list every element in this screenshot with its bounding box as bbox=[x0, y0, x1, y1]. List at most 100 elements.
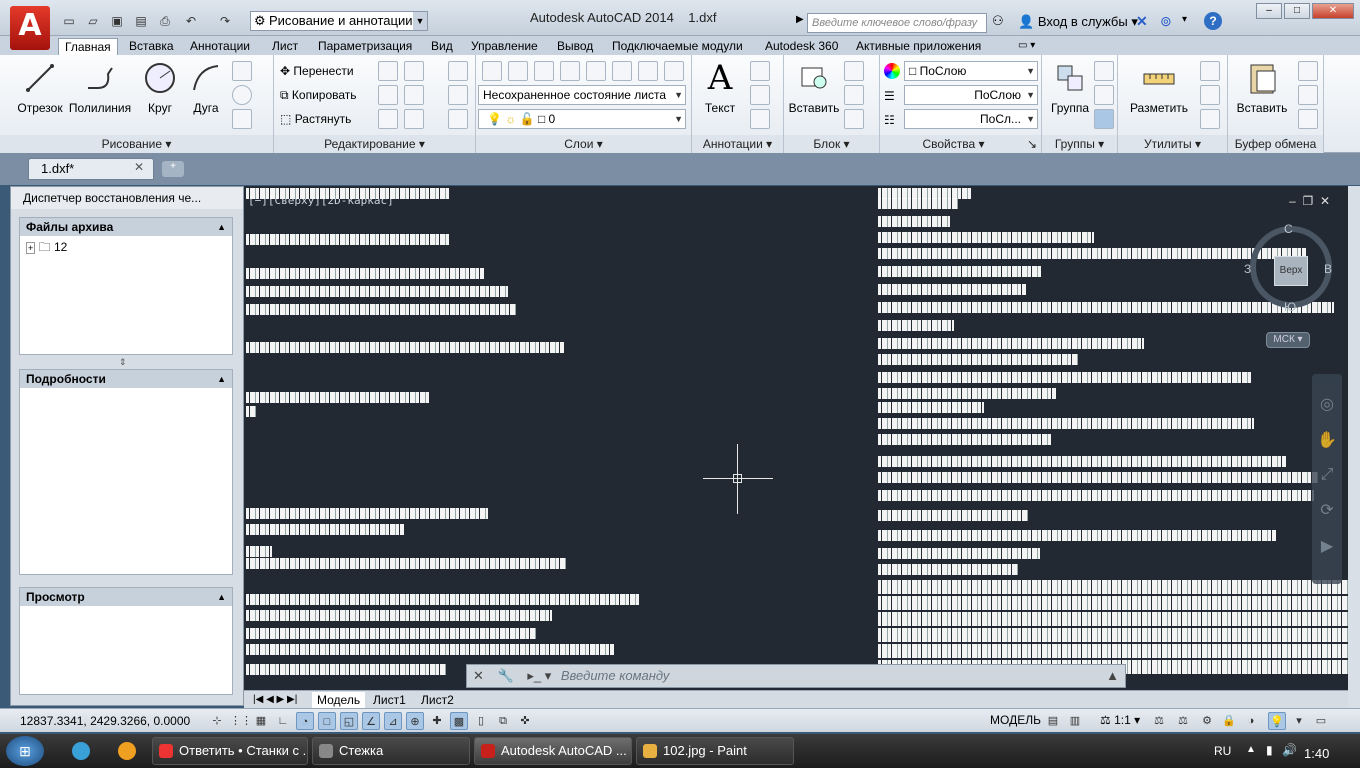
tab-annotate[interactable]: Аннотации bbox=[184, 38, 256, 54]
snap-icon[interactable]: ⋮⋮ bbox=[230, 712, 252, 730]
taskbar-item-autocad[interactable]: Autodesk AutoCAD ... bbox=[474, 737, 632, 765]
application-menu-button[interactable]: A bbox=[10, 6, 50, 50]
annotation-monitor-icon[interactable]: ✜ bbox=[516, 712, 534, 730]
open-file-icon[interactable]: ▱ bbox=[84, 12, 102, 30]
match-properties-icon[interactable] bbox=[884, 63, 900, 79]
ellipse-icon[interactable] bbox=[232, 85, 252, 105]
command-line[interactable]: ✕ 🔧 ▸_ ▾ Введите команду ▲ bbox=[466, 664, 1126, 688]
taskbar-item-browser[interactable]: Ответить • Станки с ... bbox=[152, 737, 308, 765]
tab-layout[interactable]: Лист bbox=[266, 38, 304, 54]
close-icon[interactable]: ✕ bbox=[467, 668, 490, 683]
redo-icon[interactable]: ↷ bbox=[216, 12, 234, 30]
group-button[interactable]: Группа bbox=[1042, 59, 1098, 115]
layout-nav-icon[interactable]: |◀ ◀ ▶ ▶| bbox=[248, 692, 302, 708]
layer-icon[interactable] bbox=[612, 61, 632, 81]
panel-title-utilities[interactable]: Утилиты ▾ bbox=[1118, 135, 1227, 153]
tab-model[interactable]: Модель bbox=[312, 692, 366, 708]
lock-icon[interactable]: 🔒 bbox=[1220, 712, 1238, 730]
layer-icon[interactable] bbox=[508, 61, 528, 81]
group-select-icon[interactable] bbox=[1094, 109, 1114, 129]
arc-button[interactable]: Дуга bbox=[178, 59, 234, 115]
copy-button[interactable]: ⧉ Копировать bbox=[280, 85, 357, 105]
coordinates-display[interactable]: 12837.3341, 2429.3266, 0.0000 bbox=[20, 714, 190, 728]
leader-icon[interactable] bbox=[750, 85, 770, 105]
zoom-icon[interactable]: ⤢ bbox=[1312, 466, 1342, 484]
maximize-button[interactable]: □ bbox=[1284, 3, 1310, 19]
status-menu-icon[interactable]: ▾ bbox=[1290, 712, 1308, 730]
layer-icon[interactable] bbox=[664, 61, 684, 81]
group-edit-icon[interactable] bbox=[1094, 85, 1114, 105]
archive-header[interactable]: Файлы архива ▲ bbox=[20, 218, 232, 236]
panel-title-draw[interactable]: Рисование ▾ bbox=[0, 135, 273, 153]
explode-icon[interactable] bbox=[448, 85, 468, 105]
offset-icon[interactable] bbox=[448, 109, 468, 129]
quick-properties-icon[interactable]: ▯ bbox=[472, 712, 490, 730]
avast-icon[interactable] bbox=[118, 742, 136, 760]
save-as-icon[interactable]: ▤ bbox=[132, 12, 150, 30]
move-button[interactable]: ✥ Перенести bbox=[280, 61, 354, 81]
close-icon[interactable]: ✕ bbox=[134, 160, 144, 174]
skype-icon[interactable] bbox=[72, 742, 90, 760]
tab-featured-apps[interactable]: Активные приложения bbox=[850, 38, 987, 54]
command-input[interactable]: Введите команду bbox=[561, 668, 670, 683]
rotate-icon[interactable] bbox=[378, 61, 398, 81]
text-button[interactable]: A Текст bbox=[692, 58, 748, 115]
layer-state-dropdown[interactable]: Несохраненное состояние листа ▼ bbox=[478, 85, 686, 105]
tab-insert[interactable]: Вставка bbox=[123, 38, 180, 54]
ribbon-minimize-icon[interactable]: ▭ ▾ bbox=[1012, 38, 1041, 54]
taskbar-item-stitch[interactable]: Стежка bbox=[312, 737, 470, 765]
erase-icon[interactable] bbox=[448, 61, 468, 81]
print-icon[interactable]: ⎙ bbox=[156, 12, 174, 30]
copy-link-icon[interactable] bbox=[1298, 109, 1318, 129]
ucs-menu[interactable]: МСК ▾ bbox=[1266, 332, 1310, 348]
grid-icon[interactable]: ▦ bbox=[252, 712, 270, 730]
save-icon[interactable]: ▣ bbox=[108, 12, 126, 30]
tray-arrow-icon[interactable]: ▲ bbox=[1246, 744, 1256, 755]
fillet-icon[interactable] bbox=[404, 85, 424, 105]
tree-item[interactable]: + 🗀 12 bbox=[20, 236, 232, 261]
copy-clip-icon[interactable] bbox=[1298, 85, 1318, 105]
clean-screen-icon[interactable]: ▭ bbox=[1312, 712, 1330, 730]
tab-parametric[interactable]: Параметризация bbox=[312, 38, 418, 54]
polar-icon[interactable]: ◔ bbox=[296, 712, 314, 730]
stay-connected-icon[interactable]: ⊚ bbox=[1160, 13, 1172, 30]
hardware-acceleration-icon[interactable]: ◑ bbox=[1242, 712, 1260, 730]
tab-plugins[interactable]: Подключаемые модули bbox=[606, 38, 749, 54]
showmotion-icon[interactable]: ▶ bbox=[1312, 536, 1342, 556]
volume-icon[interactable]: 🔊 bbox=[1282, 743, 1297, 757]
model-space-toggle[interactable]: МОДЕЛЬ bbox=[990, 713, 1041, 727]
chevron-down-icon[interactable]: ▾ bbox=[1182, 14, 1187, 25]
tab-view[interactable]: Вид bbox=[425, 38, 459, 54]
mirror-icon[interactable] bbox=[378, 85, 398, 105]
clock[interactable]: 1:40 bbox=[1304, 746, 1329, 761]
minimize-button[interactable]: – bbox=[1256, 3, 1282, 19]
ungroup-icon[interactable] bbox=[1094, 61, 1114, 81]
dialog-launcher-icon[interactable]: ↘ bbox=[1027, 135, 1041, 153]
restore-icon[interactable]: ❐ bbox=[1303, 194, 1314, 208]
layer-icon[interactable] bbox=[586, 61, 606, 81]
workspace-switch-icon[interactable]: ⚙ bbox=[1198, 712, 1216, 730]
measure-button[interactable]: Разметить bbox=[1124, 59, 1194, 115]
rectangle-icon[interactable] bbox=[232, 61, 252, 81]
drawing-canvas[interactable]: [−][Сверху][2D-каркас] – ❐ ✕ С Ю З В Вер… bbox=[244, 186, 1348, 690]
tab-layout1[interactable]: Лист1 bbox=[368, 692, 411, 708]
layer-icon[interactable] bbox=[560, 61, 580, 81]
signin-button[interactable]: 👤 Вход в службы ▾ bbox=[1018, 14, 1138, 30]
tab-layout2[interactable]: Лист2 bbox=[416, 692, 459, 708]
create-block-icon[interactable] bbox=[844, 61, 864, 81]
layer-icon[interactable] bbox=[534, 61, 554, 81]
tab-output[interactable]: Вывод bbox=[551, 38, 599, 54]
scale-icon[interactable] bbox=[378, 109, 398, 129]
layout-icon[interactable]: ▤ bbox=[1044, 712, 1062, 730]
panel-title-block[interactable]: Блок ▾ bbox=[784, 135, 879, 153]
selection-cycling-icon[interactable]: ⧉ bbox=[494, 712, 512, 730]
hatch-icon[interactable] bbox=[232, 109, 252, 129]
edit-attributes-icon[interactable] bbox=[844, 109, 864, 129]
ducs-icon[interactable]: ⊿ bbox=[384, 712, 402, 730]
isolate-objects-icon[interactable]: 💡 bbox=[1268, 712, 1286, 730]
viewcube-top-face[interactable]: Верх bbox=[1274, 256, 1308, 286]
layer-dropdown[interactable]: 💡 ☼ 🔓 □ 0 ▼ bbox=[478, 109, 686, 129]
command-prompt-icon[interactable]: ▸_ ▾ bbox=[521, 668, 557, 683]
chevron-up-icon[interactable]: ▲ bbox=[1106, 665, 1119, 687]
binoculars-icon[interactable]: ⚇ bbox=[992, 13, 1004, 29]
